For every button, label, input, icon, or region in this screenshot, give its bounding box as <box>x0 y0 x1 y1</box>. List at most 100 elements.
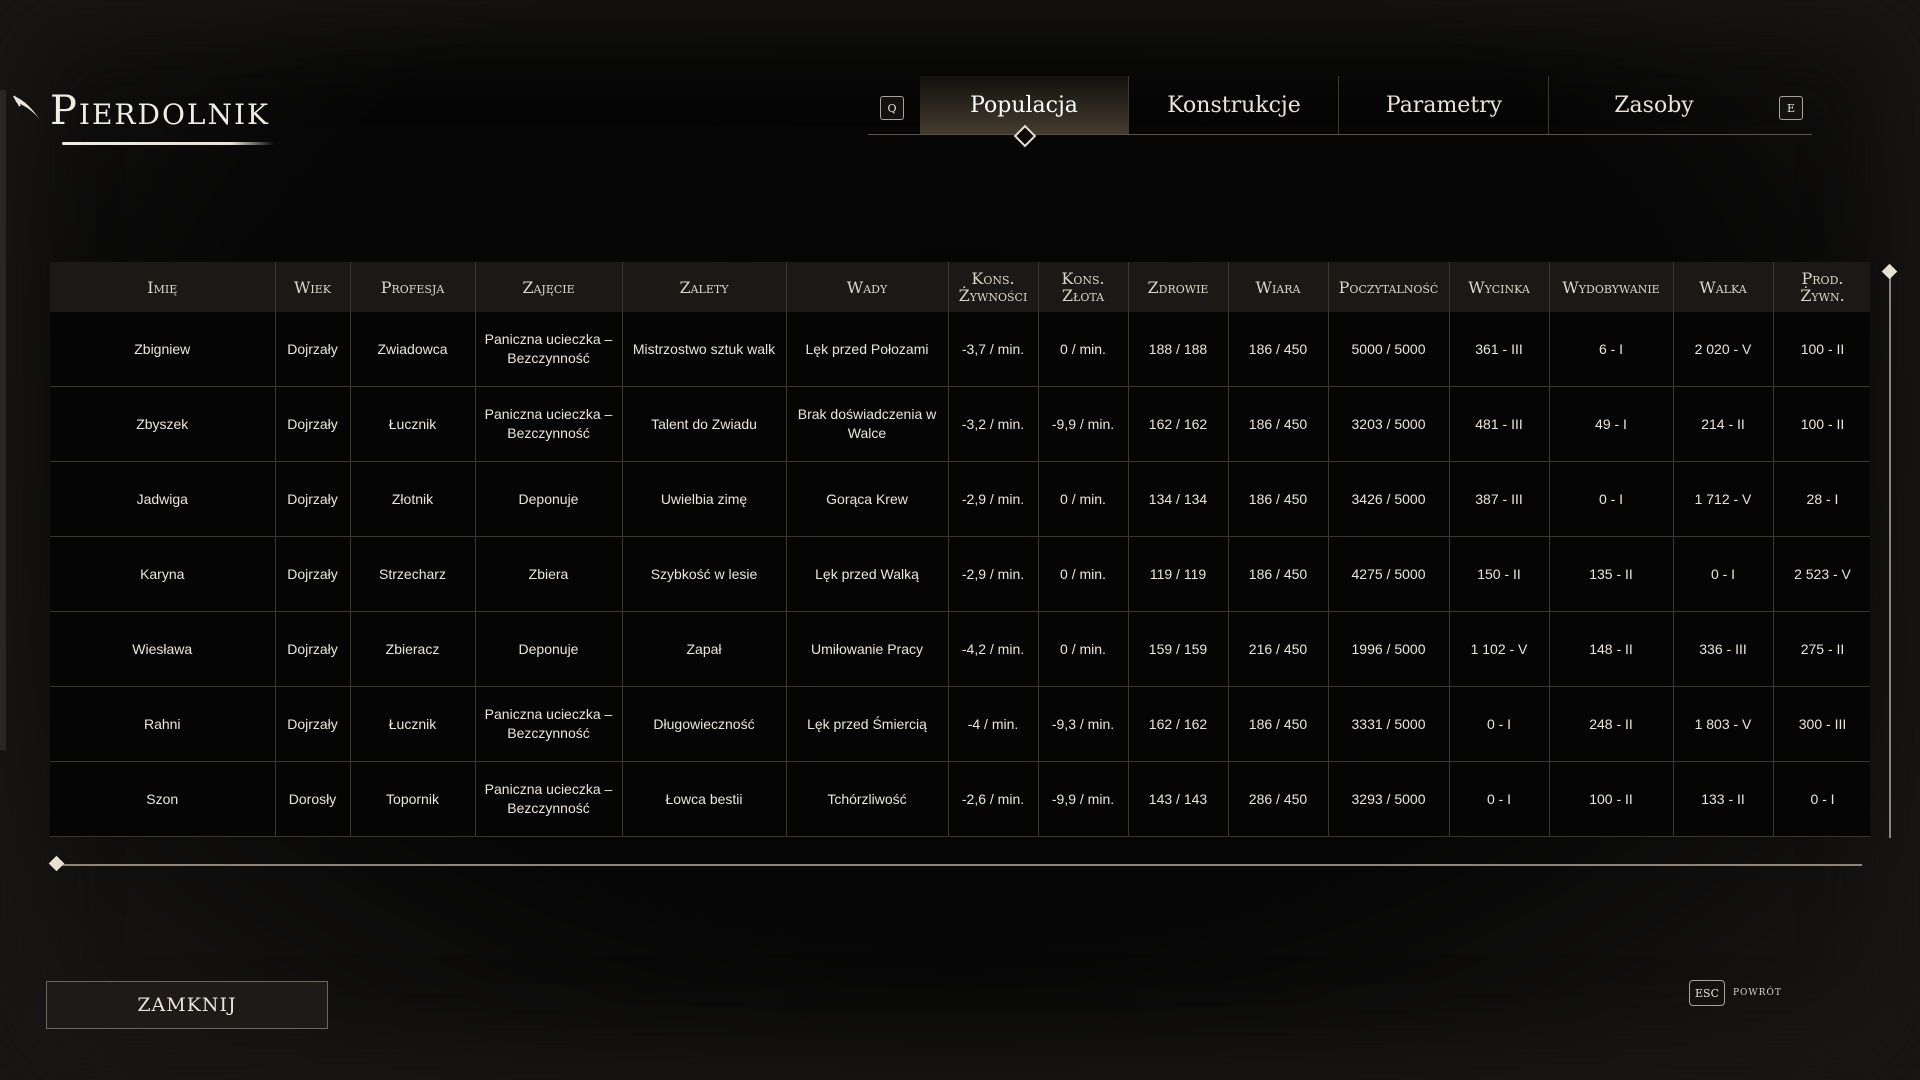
table-cell: 300 - III <box>1773 686 1870 762</box>
column-header-zalety[interactable]: Zalety <box>622 262 787 312</box>
table-cell: 186 / 450 <box>1228 686 1329 762</box>
table-cell: Deponuje <box>475 611 623 687</box>
table-cell: Zbieracz <box>350 611 476 687</box>
table-cell: Dojrzały <box>275 536 351 612</box>
table-cell: 100 - II <box>1549 761 1674 837</box>
table-cell: 186 / 450 <box>1228 386 1329 462</box>
table-cell: 100 - II <box>1773 312 1870 387</box>
table-cell: Dorosły <box>275 761 351 837</box>
table-cell: Szybkość w lesie <box>622 536 787 612</box>
table-cell: 1 712 - V <box>1673 461 1774 537</box>
table-row[interactable]: Szon Dorosły Topornik Paniczna ucieczka – B… <box>50 761 1870 837</box>
table-cell: 1996 / 5000 <box>1328 611 1450 687</box>
column-header-zdrowie[interactable]: Zdrowie <box>1128 262 1229 312</box>
table-cell: 1 102 - V <box>1449 611 1550 687</box>
table-header-row: Imię Wiek Profesja Zajęcie Zalety Wady K… <box>50 262 1870 312</box>
table-cell: Zapał <box>622 611 787 687</box>
population-table[interactable]: Imię Wiek Profesja Zajęcie Zalety Wady K… <box>50 262 1870 840</box>
tab-parametry[interactable]: Parametry <box>1340 76 1549 134</box>
table-cell: Karyna <box>50 536 276 612</box>
table-cell: Mistrzostwo sztuk walk <box>622 312 787 387</box>
column-header-wady[interactable]: Wady <box>786 262 949 312</box>
table-cell: -2,6 / min. <box>948 761 1039 837</box>
table-row[interactable]: Jadwiga Dojrzały Złotnik Deponuje Uwielbia z… <box>50 461 1870 537</box>
table-cell: 0 / min. <box>1038 536 1129 612</box>
table-cell: -2,9 / min. <box>948 536 1039 612</box>
table-cell: 119 / 119 <box>1128 536 1229 612</box>
column-header-walka[interactable]: Walka <box>1673 262 1774 312</box>
table-cell: Zbigniew <box>50 312 276 387</box>
table-cell: 0 / min. <box>1038 312 1129 387</box>
table-cell: Paniczna ucieczka – Bezczynność <box>475 686 623 762</box>
column-header-zajecie[interactable]: Zajęcie <box>475 262 623 312</box>
tab-konstrukcje[interactable]: Konstrukcje <box>1130 76 1339 134</box>
table-cell: Paniczna ucieczka – Bezczynność <box>475 312 623 387</box>
table-cell: 150 - II <box>1449 536 1550 612</box>
table-row[interactable]: Zbigniew Dojrzały Zwiadowca Paniczna uciecz… <box>50 312 1870 387</box>
table-cell: 3293 / 5000 <box>1328 761 1450 837</box>
table-cell: -9,9 / min. <box>1038 386 1129 462</box>
table-cell: Zwiadowca <box>350 312 476 387</box>
table-cell: 3331 / 5000 <box>1328 686 1450 762</box>
table-row[interactable]: Wiesława Dojrzały Zbieracz Deponuje Zapał Umi… <box>50 611 1870 687</box>
table-cell: 133 - II <box>1673 761 1774 837</box>
column-header-poczytalnosc[interactable]: Poczytalność <box>1328 262 1450 312</box>
table-cell: 387 - III <box>1449 461 1550 537</box>
table-cell: Lęk przed Śmiercią <box>786 686 949 762</box>
table-cell: 0 / min. <box>1038 461 1129 537</box>
title-underline <box>62 142 274 145</box>
table-cell: 186 / 450 <box>1228 461 1329 537</box>
table-cell: Łucznik <box>350 386 476 462</box>
table-cell: Złotnik <box>350 461 476 537</box>
table-cell: 275 - II <box>1773 611 1870 687</box>
column-header-prod-zywn[interactable]: Prod. Żywn. <box>1773 262 1870 312</box>
vertical-scrollbar[interactable] <box>1889 274 1891 838</box>
table-cell: 248 - II <box>1549 686 1674 762</box>
table-cell: Lęk przed Połozami <box>786 312 949 387</box>
table-cell: -4,2 / min. <box>948 611 1039 687</box>
table-cell: 336 - III <box>1673 611 1774 687</box>
tab-bar: Populacja Konstrukcje Parametry Zasoby <box>868 76 1812 140</box>
table-cell: 481 - III <box>1449 386 1550 462</box>
table-cell: 100 - II <box>1773 386 1870 462</box>
table-cell: 0 - I <box>1673 536 1774 612</box>
table-cell: 186 / 450 <box>1228 536 1329 612</box>
column-header-wydobywanie[interactable]: Wydobywanie <box>1549 262 1674 312</box>
quill-icon <box>13 95 40 120</box>
next-tab-key-hint[interactable]: E <box>1779 96 1803 120</box>
table-cell: Zbiera <box>475 536 623 612</box>
table-cell: 0 - I <box>1449 686 1550 762</box>
table-cell: -9,9 / min. <box>1038 761 1129 837</box>
table-cell: 186 / 450 <box>1228 312 1329 387</box>
horizontal-scrollbar[interactable] <box>58 864 1862 866</box>
table-row[interactable]: Zbyszek Dojrzały Łucznik Paniczna ucieczka … <box>50 386 1870 462</box>
table-cell: 3426 / 5000 <box>1328 461 1450 537</box>
table-cell: 4275 / 5000 <box>1328 536 1450 612</box>
table-cell: 286 / 450 <box>1228 761 1329 837</box>
table-cell: 2 523 - V <box>1773 536 1870 612</box>
table-cell: Zbyszek <box>50 386 276 462</box>
table-row[interactable]: Rahni Dojrzały Łucznik Paniczna ucieczka – … <box>50 686 1870 762</box>
table-cell: 0 - I <box>1449 761 1550 837</box>
column-header-wiara[interactable]: Wiara <box>1228 262 1329 312</box>
column-header-kons-zywnosci[interactable]: Kons. Żywności <box>948 262 1039 312</box>
table-row[interactable]: Karyna Dojrzały Strzecharz Zbiera Szybkość w… <box>50 536 1870 612</box>
esc-key-hint[interactable]: ESC <box>1689 980 1725 1006</box>
column-header-imie[interactable]: Imię <box>50 262 276 312</box>
table-cell: Talent do Zwiadu <box>622 386 787 462</box>
table-cell: Dojrzały <box>275 611 351 687</box>
column-header-wiek[interactable]: Wiek <box>275 262 351 312</box>
close-button[interactable]: ZAMKNIJ <box>46 981 328 1029</box>
tab-zasoby[interactable]: Zasoby <box>1550 76 1758 134</box>
table-cell: Strzecharz <box>350 536 476 612</box>
table-cell: Wiesława <box>50 611 276 687</box>
table-cell: 188 / 188 <box>1128 312 1229 387</box>
column-header-kons-zlota[interactable]: Kons. Złota <box>1038 262 1129 312</box>
table-cell: Brak doświadczenia w Walce <box>786 386 949 462</box>
table-cell: 143 / 143 <box>1128 761 1229 837</box>
column-header-wycinka[interactable]: Wycinka <box>1449 262 1550 312</box>
back-label[interactable]: powrót <box>1733 984 1782 999</box>
table-cell: Dojrzały <box>275 686 351 762</box>
column-header-profesja[interactable]: Profesja <box>350 262 476 312</box>
table-cell: -9,3 / min. <box>1038 686 1129 762</box>
